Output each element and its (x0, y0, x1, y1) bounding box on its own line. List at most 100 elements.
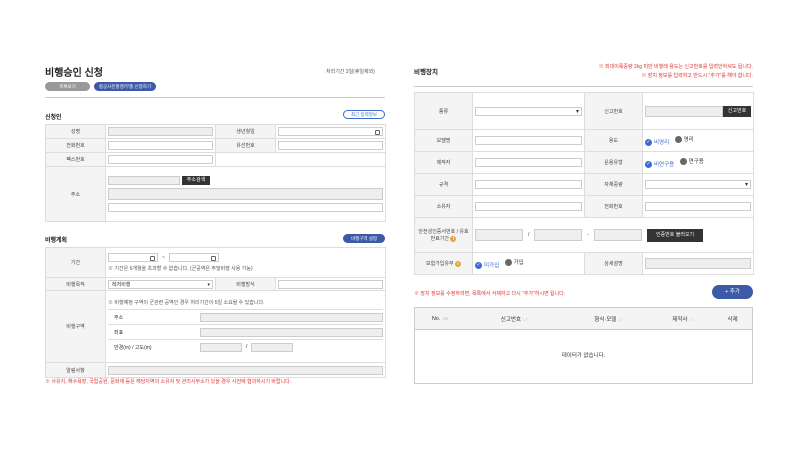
name-field[interactable] (108, 127, 213, 136)
period-note: ※ 기간은 6개월을 초과할 수 없습니다. (군공역은 주말비행 사용 가능) (108, 266, 253, 272)
reg-no-field[interactable] (645, 105, 723, 117)
notice-2: ※ 장치 정보를 입력하고 반드시 "추가"를 해야 합니다. (641, 73, 753, 79)
plan-table: 기간 ~ ※ 기간은 6개월을 초과할 수 없습니다. (군공역은 주말비행 사… (45, 247, 387, 378)
add-button[interactable]: + 추가 (712, 285, 753, 299)
sort-icon: ↓≡ (441, 315, 448, 322)
info-icon: ! (455, 261, 461, 267)
insurance-yes-radio[interactable]: 가입 (504, 258, 524, 266)
label-insurance: 보험가입유무 ! (414, 252, 473, 275)
phone-field[interactable] (108, 141, 213, 150)
chevron-down-icon[interactable]: ▾ (576, 108, 579, 115)
birth-field[interactable] (278, 127, 383, 136)
plan-heading: 비행계획 (45, 238, 68, 244)
cert-no-field[interactable] (475, 229, 523, 241)
device-title: 비행장치 (414, 69, 438, 76)
label-owner-phone: 전화번호 (584, 195, 643, 218)
divider (45, 97, 385, 98)
calendar-icon[interactable] (210, 256, 216, 261)
altitude-field[interactable] (251, 342, 294, 352)
owner-phone-field[interactable] (645, 202, 751, 211)
detail-field[interactable] (645, 258, 751, 269)
label-cert: 안전성인증서번호 / 유효만료기간 ! (414, 217, 473, 253)
list-button[interactable]: 목록보기 (45, 82, 90, 91)
chevron-down-icon[interactable]: ▾ (745, 181, 748, 188)
address-field[interactable] (108, 188, 383, 200)
chevron-down-icon[interactable]: ▾ (207, 281, 210, 289)
label-fax: 팩스번호 (45, 152, 106, 167)
zone-coord-field[interactable] (200, 327, 384, 337)
usage-nonprofit-radio[interactable]: ✓ 비영리 (645, 138, 669, 146)
method-field[interactable] (278, 279, 384, 289)
calendar-icon[interactable] (150, 256, 155, 261)
sort-icon: ↓↑ (522, 316, 529, 323)
op-nonresearch-radio[interactable]: ✓ 비연구용 (645, 160, 674, 168)
empty-message: 데이터가 없습니다. (561, 353, 606, 359)
col-model[interactable]: 형식·모델 ↓↑ (564, 315, 653, 323)
footnote: ※ 사유지, 해수욕장, 국립공원, 문화재 등은 해당지역의 소유자 및 관리… (45, 379, 292, 385)
cert-date2-field[interactable] (594, 229, 643, 241)
cert-slash: / (528, 232, 530, 238)
notice-1: ※ 최대이륙중량 2kg 미만 비행레 용도는 신고번호를 입력안하셔도 됩니다… (598, 64, 753, 70)
owner-field[interactable] (475, 202, 582, 211)
list-header: No. ↓≡ 신고번호 ↓↑ 형식·모델 ↓↑ 제작사 ↓↑ 삭제 (415, 308, 752, 330)
spec-field[interactable] (475, 180, 582, 189)
zone-coord-label: 좌표 (114, 329, 124, 336)
label-op-type: 운용유형 (584, 151, 643, 174)
cert-load-button[interactable]: 인증번호 불러오기 (647, 228, 704, 242)
zipcode-field[interactable] (108, 176, 180, 185)
purpose-select[interactable]: 레저비행 ▾ (108, 279, 213, 289)
apply-button[interactable]: 항공사진촬영/부품 신청하기 (94, 82, 156, 91)
info-icon: ! (450, 236, 457, 242)
col-no[interactable]: No. ↓≡ (415, 316, 465, 322)
weight-select[interactable]: ▾ (645, 180, 751, 189)
cert-date-field[interactable] (534, 229, 583, 241)
landline-field[interactable] (278, 141, 383, 150)
radius-field[interactable] (200, 342, 242, 352)
col-maker[interactable]: 제작사 ↓↑ (654, 315, 714, 323)
label-maker: 제작자 (414, 151, 473, 174)
zone-address-label: 주소 (114, 314, 124, 321)
address-detail-field[interactable] (108, 203, 383, 212)
cert-dash: - (587, 232, 590, 238)
label-weight: 자체중량 (584, 173, 643, 196)
label-purpose: 비행목적 (45, 277, 106, 291)
sort-icon: ↓↑ (617, 316, 624, 323)
device-table: 종류 ▾ 신고번호 신고번호 모델명 용도 ✓ 비영리 영리 제작자 운용유형 ✓… (414, 92, 754, 275)
col-delete[interactable]: 삭제 (713, 315, 752, 323)
label-landline: 유선번호 (215, 138, 276, 153)
label-owner: 소유자 (414, 195, 473, 218)
fax-field[interactable] (108, 155, 213, 164)
label-reg-no: 신고번호 (584, 92, 643, 130)
col-reg-no[interactable]: 신고번호 ↓↑ (465, 315, 564, 323)
label-model: 모델명 (414, 129, 473, 152)
period-start-field[interactable] (108, 253, 158, 262)
label-phone: 전화번호 (45, 138, 106, 153)
type-select[interactable]: ▾ (475, 106, 582, 116)
label-zone: 비행구역 (45, 290, 106, 363)
page-title: 비행승인 신청 (45, 68, 103, 79)
model-field[interactable] (475, 136, 582, 145)
label-usage: 용도 (584, 129, 643, 152)
period-end-field[interactable] (168, 253, 219, 262)
reg-no-button[interactable]: 신고번호 (723, 105, 751, 117)
zone-radius-label: 반경(m) / 고도(m) (114, 344, 152, 351)
maker-field[interactable] (475, 158, 582, 167)
label-spec: 규격 (414, 173, 473, 196)
check-icon: ✓ (645, 138, 652, 146)
address-search-button[interactable]: 주소검색 (182, 176, 210, 185)
zone-address-field[interactable] (200, 312, 384, 322)
recent-info-button[interactable]: 최근 입력정보 (343, 110, 385, 119)
op-research-radio[interactable]: 연구용 (679, 157, 704, 165)
zone-setting-button[interactable]: 비행구역 설정 (343, 234, 385, 243)
usage-profit-radio[interactable]: 영리 (674, 135, 694, 143)
sort-icon: ↓↑ (689, 316, 695, 323)
label-address: 주소 (45, 166, 106, 222)
memo-field[interactable] (108, 365, 384, 375)
insurance-no-radio[interactable]: ✓ 미가입 (475, 261, 499, 269)
label-period: 기간 (45, 247, 106, 278)
check-icon: ✓ (475, 261, 482, 269)
label-detail: 상세설명 (584, 252, 643, 275)
edit-note: ※ 장치 정보를 수정하려면, 목록에서 삭제하고 다시 "추가"하시면 됩니다… (414, 291, 566, 297)
calendar-icon[interactable] (375, 130, 380, 135)
check-icon: ✓ (645, 160, 652, 168)
